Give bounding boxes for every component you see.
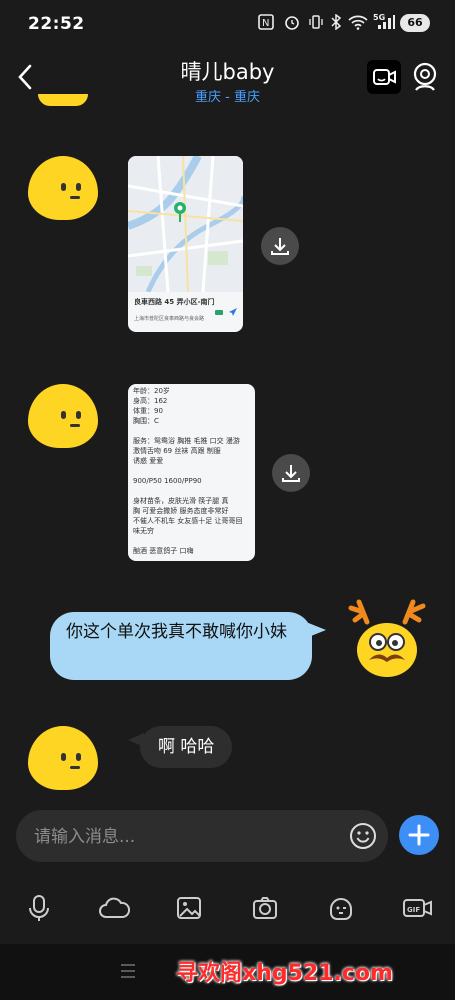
profile-line: 酗酒 恶意鸽子 口嗨 (133, 547, 194, 555)
incoming-message[interactable]: 啊 哈哈 (140, 726, 233, 768)
camera-icon (253, 897, 277, 919)
profile-card-text: 年龄：20岁 身高：162 体重：90 胸围：C 服务：鸳鸯浴 胸推 毛推 口交 漫游… (133, 384, 250, 556)
contact-avatar[interactable] (28, 156, 98, 220)
contact-avatar[interactable] (28, 726, 98, 790)
video-call-button[interactable] (367, 60, 401, 94)
user-profile-icon (413, 62, 437, 91)
car-icon (214, 302, 224, 321)
alarm-icon (284, 14, 300, 34)
nfc-icon: N (258, 14, 274, 34)
location-name: 良車西路 45 弄小区-南门 (134, 298, 215, 306)
navigate-icon (228, 302, 238, 321)
video-camera-icon (373, 69, 396, 85)
download-button[interactable] (272, 454, 310, 492)
status-time: 22:52 (28, 14, 85, 34)
cloud-button[interactable] (98, 893, 131, 923)
profile-line: 味无穷 (133, 527, 154, 535)
my-avatar[interactable] (345, 596, 430, 680)
plus-icon (408, 824, 430, 846)
image-button[interactable] (174, 893, 204, 923)
vibrate-icon (308, 14, 324, 34)
profile-button[interactable] (410, 60, 440, 94)
profile-line: 胸围：C (133, 417, 159, 425)
profile-line: 胸 可爱会撒娇 服务态度非常好 (133, 507, 229, 515)
profile-line: 900/P50 1600/PP90 (133, 477, 202, 485)
image-icon (177, 897, 201, 919)
download-button[interactable] (261, 227, 299, 265)
profile-line: 年龄：20岁 (133, 387, 170, 395)
map-preview (128, 156, 243, 293)
camera-button[interactable] (250, 893, 280, 923)
profile-line: 身高：162 (133, 397, 168, 405)
profile-line (133, 486, 250, 496)
wifi-icon (348, 14, 368, 34)
location-address: 上海市普陀区良車西路与良会路 (134, 316, 205, 322)
profile-line: 激情舌吻 69 丝袜 高跟 制服 (133, 447, 221, 455)
menu-icon[interactable] (120, 962, 136, 984)
profile-line (133, 536, 250, 546)
sticker-button[interactable] (326, 893, 356, 923)
cloud-icon (99, 897, 131, 918)
download-icon (282, 465, 300, 482)
bubble-tail (306, 622, 326, 638)
battery-icon: 66 (400, 14, 430, 32)
profile-line (133, 466, 250, 476)
profile-card[interactable]: 年龄：20岁 身高：162 体重：90 胸围：C 服务：鸳鸯浴 胸推 毛推 口交 漫游… (128, 384, 255, 561)
location-card[interactable]: 良車西路 45 弄小区-南门 上海市普陀区良車西路与良会路 (128, 156, 243, 332)
microphone-button[interactable] (24, 893, 54, 923)
svg-text:N: N (262, 18, 269, 29)
profile-line: 不催人不机车 女友感十足 让哥哥回 (133, 517, 243, 525)
contact-avatar[interactable] (28, 384, 98, 448)
gif-icon: GIF (403, 899, 432, 917)
download-icon (271, 238, 289, 255)
emoji-button[interactable] (349, 822, 377, 854)
signal-icon (376, 14, 396, 34)
microphone-icon (29, 895, 49, 921)
status-bar: 22:52 N 5G 66 (0, 0, 455, 48)
profile-line: 服务：鸳鸯浴 胸推 毛推 口交 漫游 (133, 437, 240, 445)
profile-line: 身材苗条，皮肤光滑 筷子腿 真 (133, 497, 229, 505)
bluetooth-icon (330, 13, 342, 34)
sticker-icon (330, 898, 352, 920)
avatar-partial (38, 94, 88, 106)
svg-text:GIF: GIF (407, 906, 420, 914)
watermark-text: 寻欢阁xhg521.com (176, 961, 393, 986)
emoji-icon (350, 823, 376, 849)
profile-line: 体重：90 (133, 407, 163, 415)
profile-line: 诱惑 爱爱 (133, 457, 164, 465)
message-input[interactable] (32, 810, 336, 864)
profile-line (133, 426, 250, 436)
gif-button[interactable]: GIF (402, 893, 432, 923)
outgoing-message[interactable]: 你这个单次我真不敢喊你小妹 (50, 612, 312, 680)
add-button[interactable] (399, 815, 439, 855)
deer-avatar-icon (348, 599, 426, 677)
message-input-box[interactable] (16, 810, 388, 864)
